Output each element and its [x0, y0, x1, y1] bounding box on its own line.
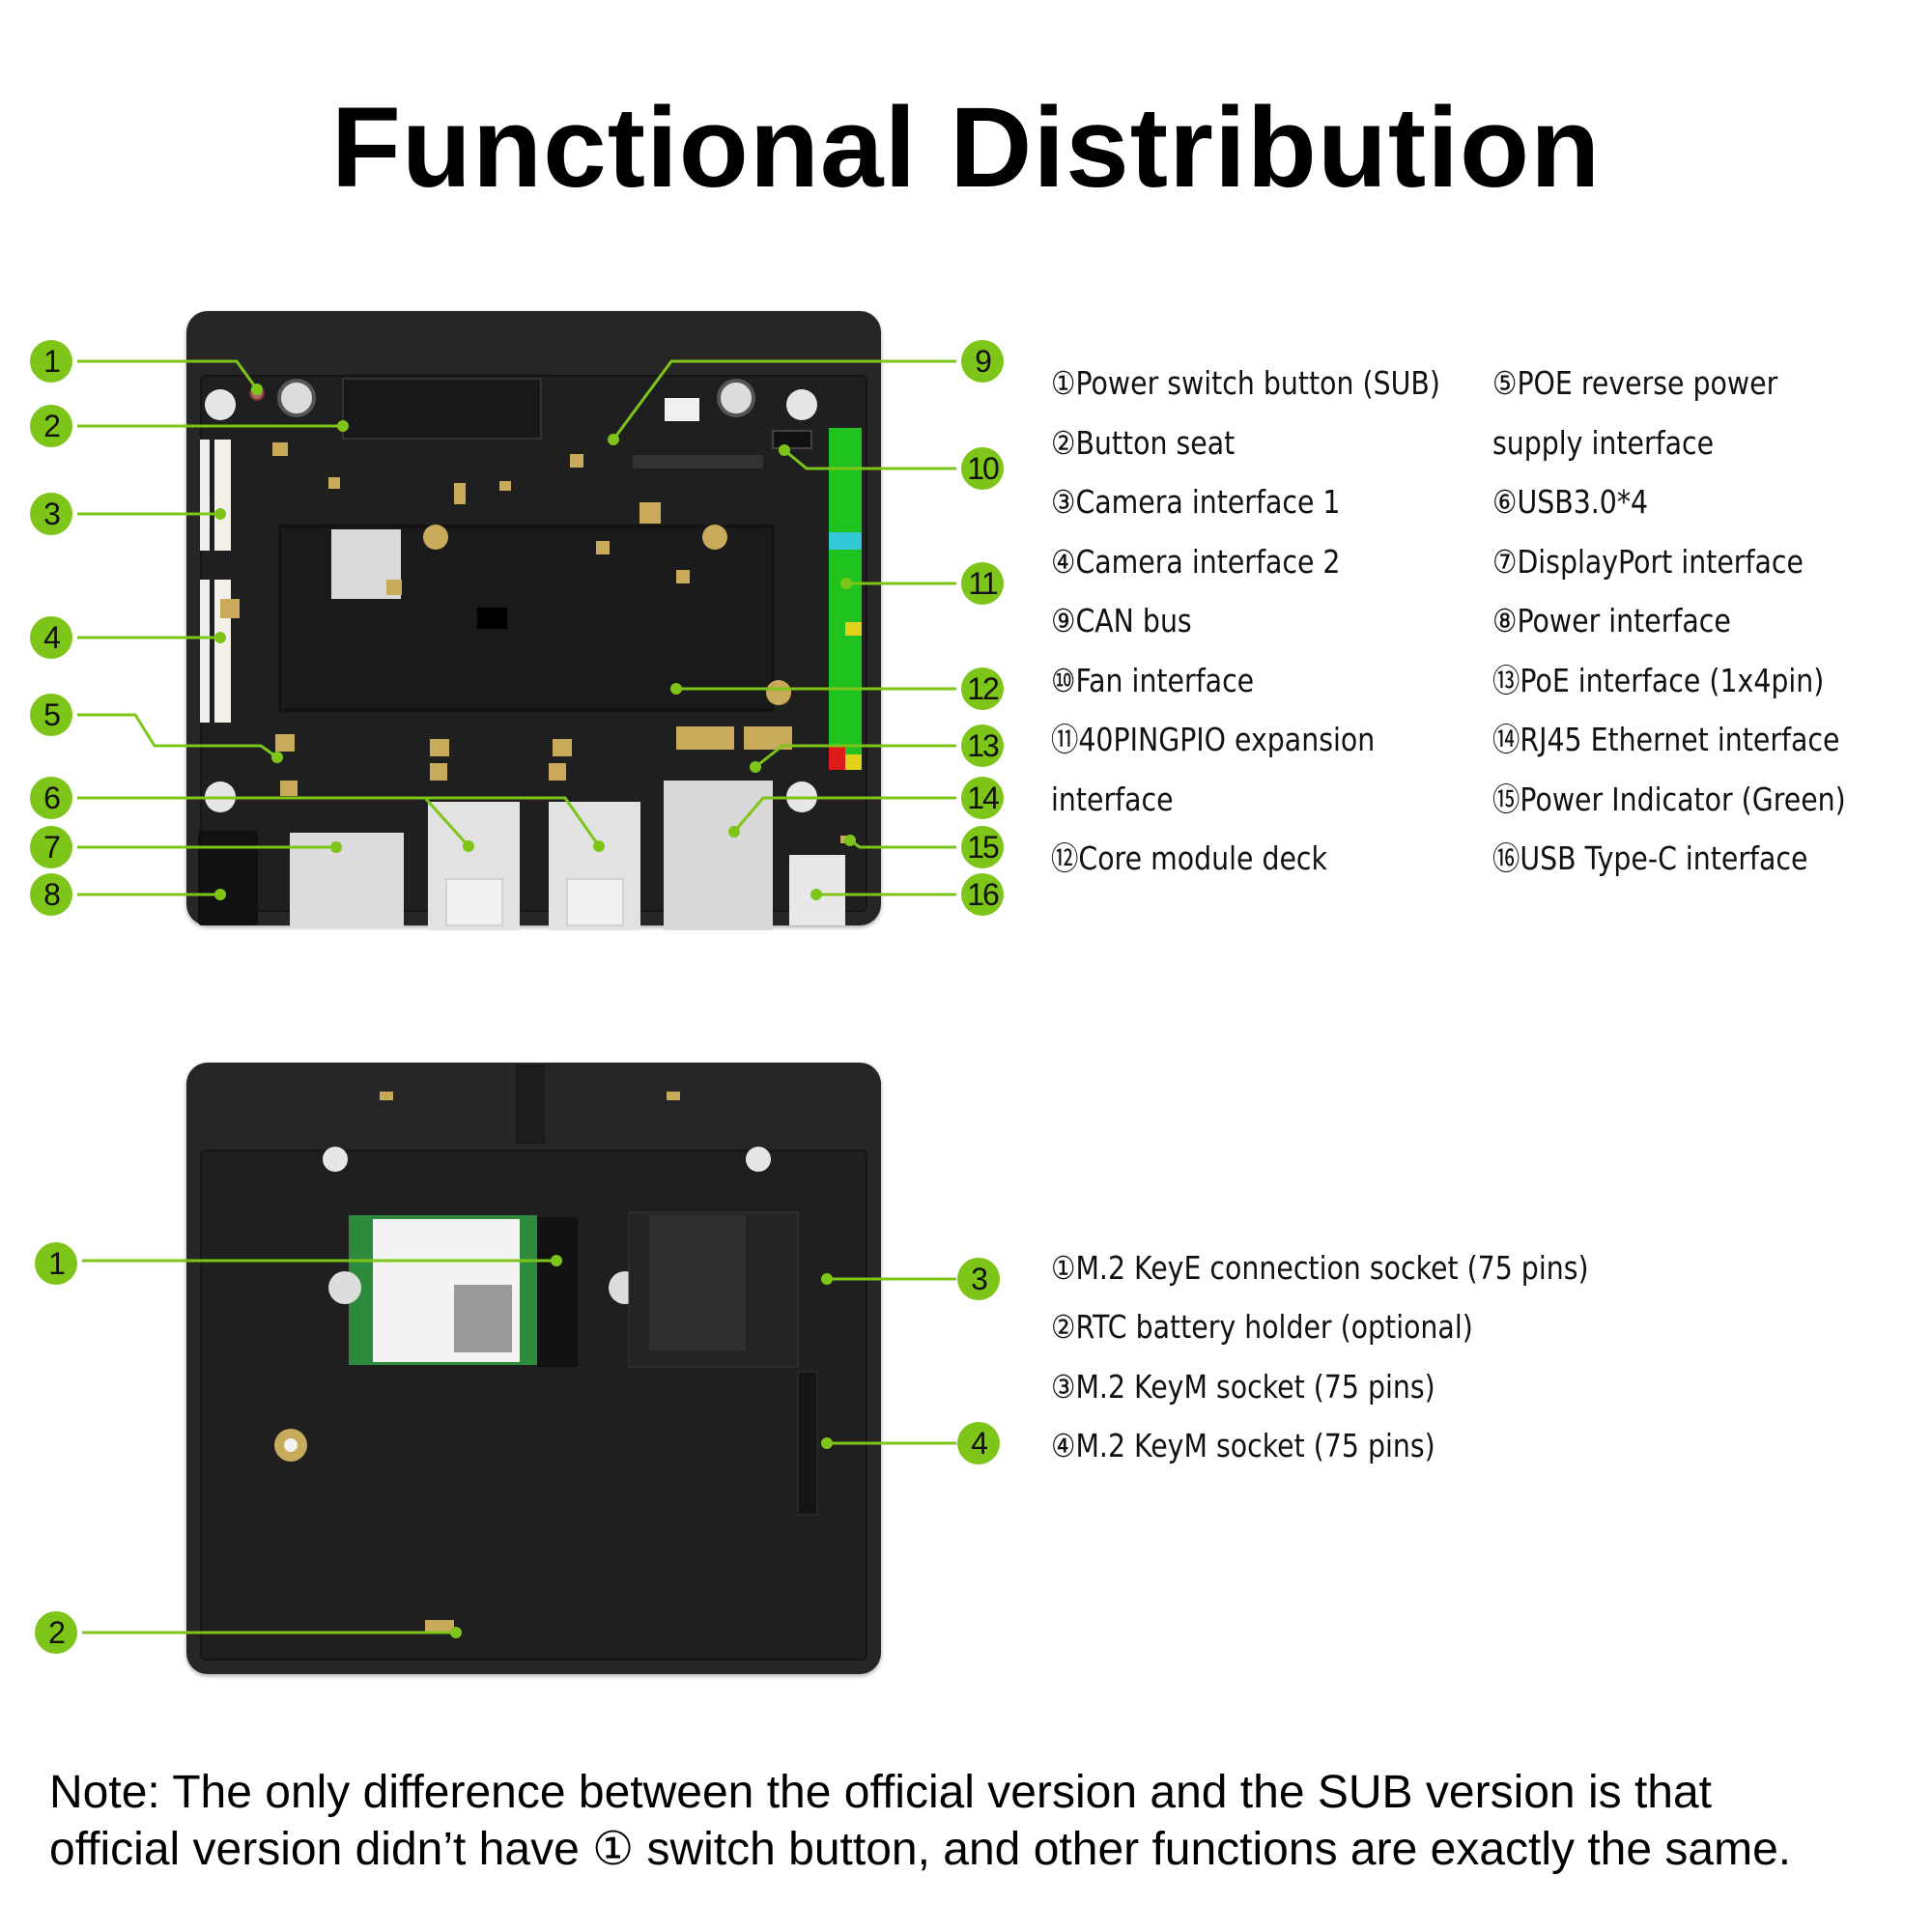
legend-item: interface [1051, 781, 1174, 818]
legend-item: ⑩Fan interface [1051, 662, 1255, 699]
legend-item: ④Camera interface 2 [1051, 543, 1341, 581]
legend-item: ⑫Core module deck [1051, 839, 1327, 877]
callout-badge-7: 7 [30, 826, 72, 868]
legend-item: ⑪40PINGPIO expansion [1051, 721, 1376, 758]
legend-item: ⑭RJ45 Ethernet interface [1492, 721, 1840, 758]
legend-item: ⑨CAN bus [1051, 602, 1192, 639]
legend-item: ⑬PoE interface (1x4pin) [1492, 662, 1825, 699]
callout-badge-13: 13 [961, 724, 1004, 767]
callout-badge-bottom-1: 1 [35, 1242, 77, 1285]
callout-badge-bottom-3: 3 [957, 1258, 1000, 1300]
page-title: Functional Distribution [330, 84, 1602, 212]
pcb-bottom [200, 1150, 867, 1661]
callout-badge-9: 9 [961, 340, 1004, 383]
legend-item: ⑥USB3.0*4 [1492, 483, 1649, 521]
callout-badge-15: 15 [961, 826, 1004, 868]
callout-badge-1: 1 [30, 340, 72, 383]
callout-badge-bottom-4: 4 [957, 1422, 1000, 1464]
legend-item: ④M.2 KeyM socket (75 pins) [1051, 1427, 1435, 1464]
callout-badge-bottom-2: 2 [35, 1611, 77, 1654]
callout-badge-3: 3 [30, 493, 72, 535]
legend-item: ⑮Power Indicator (Green) [1492, 781, 1846, 818]
legend-item: ⑤POE reverse power [1492, 364, 1778, 402]
note-line-2: official version didn’t have ① switch bu… [49, 1824, 1792, 1875]
callout-badge-2: 2 [30, 405, 72, 447]
note-line-1: Note: The only difference between the of… [49, 1767, 1713, 1818]
callout-badge-16: 16 [961, 873, 1004, 916]
legend-item: ⑦DisplayPort interface [1492, 543, 1804, 581]
callout-badge-5: 5 [30, 694, 72, 736]
legend-item: ①Power switch button (SUB) [1051, 364, 1440, 402]
legend-item: ③Camera interface 1 [1051, 483, 1341, 521]
pcb-top [200, 375, 867, 912]
callout-badge-11: 11 [961, 562, 1004, 605]
callout-badge-10: 10 [961, 447, 1004, 490]
legend-item: ⑯USB Type-C interface [1492, 839, 1808, 877]
legend-item: supply interface [1492, 424, 1715, 462]
legend-item: ⑧Power interface [1492, 602, 1731, 639]
callout-badge-4: 4 [30, 616, 72, 659]
legend-item: ③M.2 KeyM socket (75 pins) [1051, 1368, 1435, 1406]
callout-badge-14: 14 [961, 777, 1004, 819]
bottom-board-image [186, 1063, 881, 1674]
callout-badge-12: 12 [961, 668, 1004, 710]
legend-item: ②Button seat [1051, 424, 1236, 462]
callout-badge-6: 6 [30, 777, 72, 819]
legend-item: ②RTC battery holder (optional) [1051, 1308, 1473, 1346]
callout-badge-8: 8 [30, 873, 72, 916]
top-board-image [186, 311, 881, 925]
legend-item: ①M.2 KeyE connection socket (75 pins) [1051, 1249, 1589, 1287]
